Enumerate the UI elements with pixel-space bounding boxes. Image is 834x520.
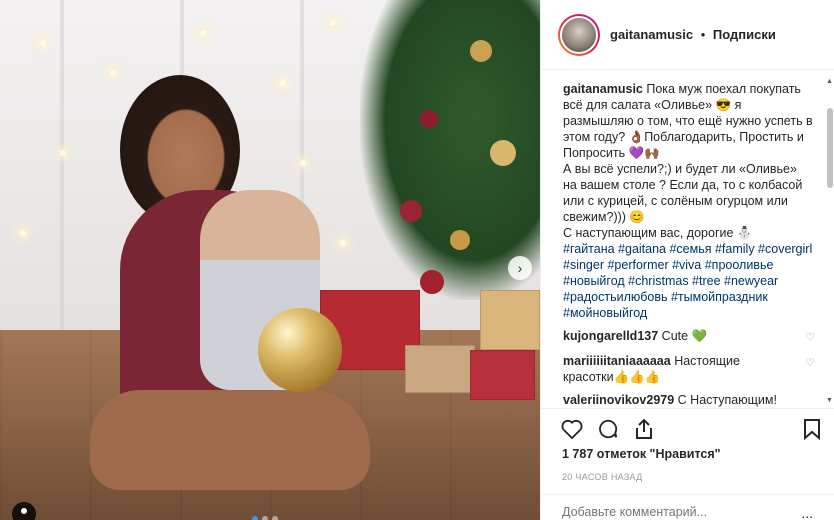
caption-hashtags[interactable]: #гайтана #gaitana #семья #family #coverg… — [563, 242, 812, 320]
comments-scrollbar[interactable]: ▲ ▼ — [826, 78, 834, 404]
add-comment-input[interactable] — [562, 505, 762, 519]
avatar[interactable] — [558, 13, 600, 56]
carousel-dot — [272, 516, 278, 520]
gift-box — [480, 290, 540, 350]
add-comment-bar: ... — [541, 494, 834, 520]
carousel-dot — [252, 516, 258, 520]
header-username[interactable]: gaitanamusic — [610, 27, 693, 42]
caption-text-3: С наступающим вас, дорогие ⛄ — [563, 226, 753, 240]
photo-light — [330, 20, 336, 26]
user-tag-icon[interactable] — [12, 502, 36, 520]
comment-row: kujongarelld137 Cute 💚 ♡ — [563, 328, 815, 346]
chevron-right-icon: › — [517, 260, 523, 276]
avatar-image — [560, 15, 598, 54]
post-header: gaitanamusic • Подписки — [541, 0, 834, 70]
photo-light — [280, 80, 286, 86]
comment-username[interactable]: kujongarelld137 — [563, 329, 658, 343]
ornament — [420, 110, 438, 128]
comment-row: valeriinovikov2979 С Наступающим! Пусть … — [563, 392, 815, 407]
post-timestamp: 20 ЧАСОВ НАЗАД — [562, 472, 643, 482]
ornament — [470, 40, 492, 62]
header-text: gaitanamusic • Подписки — [610, 27, 776, 42]
follow-button[interactable]: Подписки — [713, 27, 776, 42]
next-photo-button[interactable]: › — [508, 256, 532, 280]
scrollbar-thumb[interactable] — [827, 108, 833, 188]
photo-light — [300, 160, 306, 166]
photo-light — [110, 70, 116, 76]
like-comment-heart-icon[interactable]: ♡ — [805, 330, 815, 346]
comment-text: Cute 💚 — [661, 329, 708, 343]
more-options-icon[interactable]: ... — [801, 505, 813, 520]
header-separator: • — [700, 27, 706, 42]
comment-row: mariiiiiitaniaaaaaa Настоящие красотки👍👍… — [563, 353, 815, 385]
post-actions — [541, 408, 834, 448]
caption-username[interactable]: gaitanamusic — [563, 82, 643, 96]
scroll-down-arrow-icon[interactable]: ▼ — [826, 397, 833, 404]
photo-light — [60, 150, 66, 156]
gift-box — [405, 345, 475, 393]
woman-legs — [90, 390, 370, 490]
bookmark-icon[interactable] — [800, 417, 824, 441]
photo-light — [40, 40, 46, 46]
share-icon[interactable] — [632, 417, 656, 441]
ornament — [400, 200, 422, 222]
gift-box — [470, 350, 535, 400]
gold-ball — [258, 308, 342, 392]
comment-username[interactable]: valeriinovikov2979 — [563, 393, 674, 407]
comments-list[interactable]: gaitanamusic Пока муж поехал покупать вс… — [541, 71, 823, 407]
like-heart-icon[interactable] — [560, 417, 584, 441]
likes-count[interactable]: 1 787 отметок "Нравится" — [562, 447, 721, 461]
ornament — [450, 230, 470, 250]
comment-username[interactable]: mariiiiiitaniaaaaaa — [563, 354, 671, 368]
ornament — [490, 140, 516, 166]
ornament — [420, 270, 444, 294]
post-side-panel: gaitanamusic • Подписки gaitanamusic Пок… — [540, 0, 834, 520]
photo-light — [20, 230, 26, 236]
photo-light — [200, 30, 206, 36]
photo-light — [340, 240, 346, 246]
caption-text-2: А вы всё успели?;) и будет ли «Оливье» н… — [563, 162, 803, 224]
carousel-dots — [252, 516, 278, 520]
post-photo[interactable]: › — [0, 0, 540, 520]
like-comment-heart-icon[interactable]: ♡ — [805, 355, 815, 371]
post-caption: gaitanamusic Пока муж поехал покупать вс… — [563, 81, 813, 321]
carousel-dot — [262, 516, 268, 520]
comment-icon[interactable] — [596, 417, 620, 441]
scroll-up-arrow-icon[interactable]: ▲ — [826, 78, 833, 85]
